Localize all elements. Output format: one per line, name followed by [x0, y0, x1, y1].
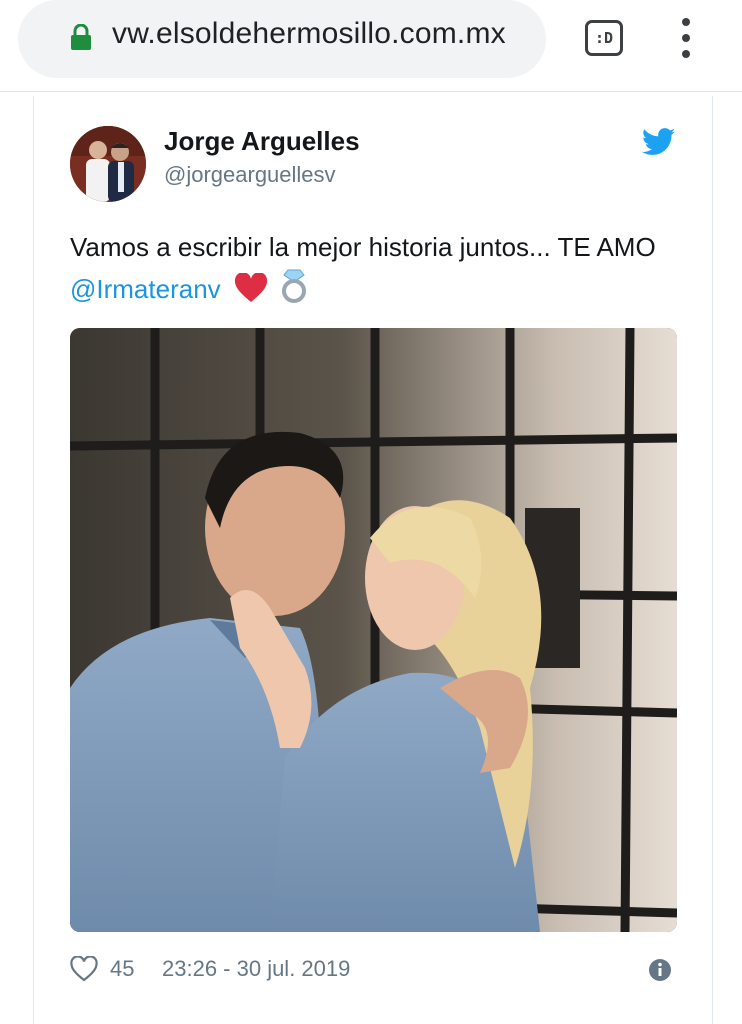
mention-link[interactable]: @Irmateranv: [70, 274, 221, 304]
kebab-menu-icon[interactable]: [676, 18, 696, 58]
ring-emoji-icon: [282, 269, 307, 303]
tab-switcher-button[interactable]: :D: [585, 20, 623, 56]
tweet-timestamp[interactable]: 23:26 - 30 jul. 2019: [162, 956, 350, 982]
tweet-body-text: Vamos a escribir la mejor historia junto…: [70, 232, 656, 262]
tweet-text: Vamos a escribir la mejor historia junto…: [70, 226, 680, 310]
tweet-photo[interactable]: [70, 328, 677, 932]
twitter-bird-icon[interactable]: [642, 128, 676, 156]
lock-icon: [71, 24, 91, 50]
tweet-meta: 45 23:26 - 30 jul. 2019: [70, 954, 677, 986]
info-icon[interactable]: [648, 958, 672, 982]
url-text: vw.elsoldehermosillo.com.mx: [112, 17, 506, 50]
browser-toolbar: vw.elsoldehermosillo.com.mx :D: [0, 0, 742, 92]
address-bar[interactable]: vw.elsoldehermosillo.com.mx: [18, 0, 546, 78]
author-handle[interactable]: @jorgearguellesv: [164, 162, 336, 188]
heart-emoji-icon: [234, 273, 267, 302]
tweet-card: Jorge Arguelles @jorgearguellesv Vamos a…: [33, 96, 713, 1024]
heart-icon[interactable]: [70, 956, 98, 982]
like-count: 45: [110, 956, 135, 981]
author-name[interactable]: Jorge Arguelles: [164, 126, 360, 157]
avatar[interactable]: [70, 126, 146, 202]
